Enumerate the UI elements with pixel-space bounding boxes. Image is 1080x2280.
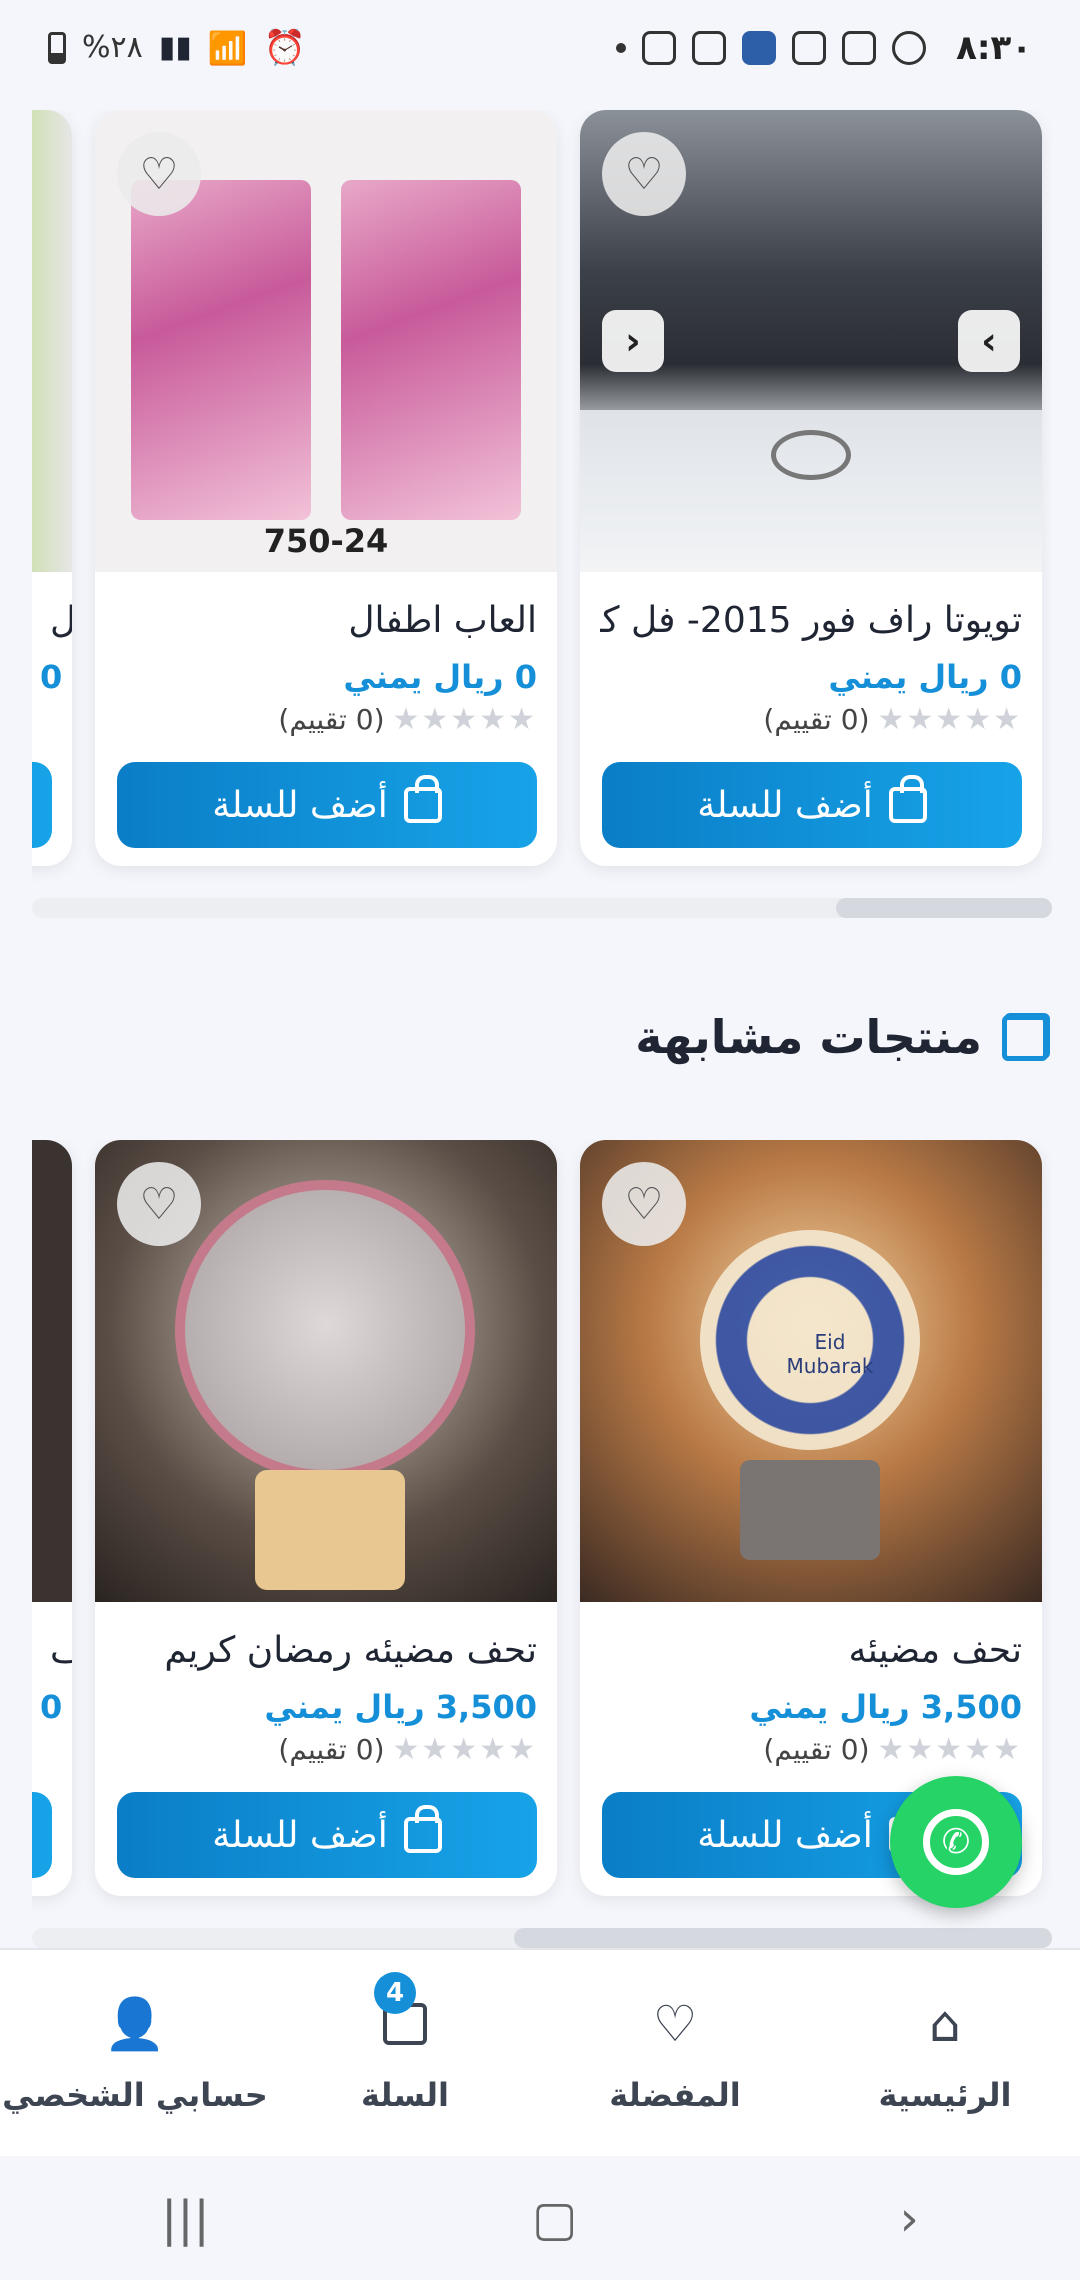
alarm-icon: ⏰	[263, 27, 306, 68]
rating-count: (0 تقييم)	[763, 1733, 870, 1766]
more-notifications-dot	[616, 42, 627, 53]
product-title[interactable]: العاب اطفال	[115, 600, 537, 641]
product-title[interactable]: تويوتا راف فور 2015- فل كا	[600, 600, 1022, 641]
status-app-icons	[306, 30, 956, 65]
bottom-navigation: ⌂ الرئيسية ♡ المفضلة 4 السلة 👤 حسابي الش…	[0, 1948, 1080, 2156]
favorite-heart-icon[interactable]: ♡	[602, 132, 686, 216]
image-prev-arrow-icon[interactable]: ‹	[602, 310, 664, 372]
product-card[interactable]: ♡ ‹ › تويوتا راف فور 2015- فل كا 0 ريال …	[580, 110, 1042, 866]
add-to-cart-label: أضف للسلة	[212, 784, 388, 826]
wifi-icon: 📶	[207, 28, 248, 67]
nav-cart[interactable]: 4 السلة	[270, 1950, 540, 2156]
product-price: 0 ريال يمني	[828, 658, 1022, 696]
signal-icon: ▮▮	[158, 30, 192, 65]
product-title[interactable]: تحف مضيئه	[600, 1630, 1023, 1671]
favorite-heart-icon[interactable]: ♡	[117, 132, 201, 216]
scrollbar-thumb[interactable]	[514, 1928, 1052, 1948]
add-to-cart-button[interactable]: أضف للسلة	[117, 1792, 537, 1878]
product-rating: ★★★★★ (0 تقييم)	[278, 702, 537, 737]
whatsapp-float-button[interactable]: ✆	[890, 1776, 1022, 1908]
product-price: 0	[40, 1688, 63, 1726]
rating-count: (0 تقييم)	[278, 1733, 385, 1766]
nav-account-label: حسابي الشخصي	[2, 2076, 268, 2114]
status-system-icons: ⏰ 📶 ▮▮ ٢٨%	[48, 28, 306, 68]
rating-stars-icon: ★★★★★	[877, 1732, 1022, 1767]
copy-icon	[1002, 1013, 1050, 1061]
add-to-cart-label: أضف للسلة	[212, 1814, 388, 1856]
app-notification-icon	[792, 30, 827, 65]
app-notification-icon	[742, 30, 777, 65]
image-caption: 750-24	[263, 522, 389, 560]
nav-favorites[interactable]: ♡ المفضلة	[540, 1950, 810, 2156]
product-title[interactable]: تحف مضيئه رمضان كريم	[115, 1630, 537, 1671]
shopping-bag-icon	[403, 775, 442, 823]
nav-home-label: الرئيسية	[878, 2076, 1012, 2114]
nav-home[interactable]: ⌂ الرئيسية	[810, 1950, 1080, 2156]
product-price: 3,500 ريال يمني	[264, 1688, 537, 1726]
add-to-cart-button[interactable]: أضف للسلة	[602, 762, 1022, 848]
product-image-partial[interactable]	[32, 110, 72, 572]
back-icon[interactable]: ›	[900, 2191, 919, 2247]
nav-cart-label: السلة	[361, 2076, 450, 2114]
product-price: 3,500 ريال يمني	[749, 1688, 1022, 1726]
related-carousel-scrollbar[interactable]	[32, 1928, 1052, 1948]
status-bar: ٨:٣٠ ⏰ 📶 ▮▮ ٢٨%	[0, 0, 1080, 95]
status-time: ٨:٣٠	[956, 27, 1032, 68]
product-price: 0	[40, 658, 63, 696]
product-rating: ★★★★★ (0 تقييم)	[763, 1732, 1022, 1767]
product-card[interactable]: 750-24 ♡ العاب اطفال 0 ريال يمني ★★★★★ (…	[95, 110, 557, 866]
rating-stars-icon: ★★★★★	[392, 1732, 537, 1767]
product-card[interactable]: ♡ تحف مضيئه رمضان كريم 3,500 ريال يمني ★…	[95, 1140, 557, 1896]
product-price: 0 ريال يمني	[343, 658, 537, 696]
related-products-carousel[interactable]: Eid Mubarak ♡ تحف مضيئه 3,500 ريال يمني …	[32, 1140, 1052, 1920]
rating-count: (0 تقييم)	[763, 703, 870, 736]
add-to-cart-button[interactable]	[32, 1792, 52, 1878]
product-rating: ★★★★★ (0 تقييم)	[763, 702, 1022, 737]
add-to-cart-label: أضف للسلة	[697, 784, 873, 826]
shopping-bag-icon	[403, 1805, 442, 1853]
rating-stars-icon: ★★★★★	[877, 702, 1022, 737]
products-carousel[interactable]: ♡ ‹ › تويوتا راف فور 2015- فل كا 0 ريال …	[32, 110, 1052, 890]
related-products-header: منتجات مشابهة	[635, 1010, 1050, 1064]
image-text: Eid Mubarak	[786, 1330, 874, 1378]
carousel-scrollbar[interactable]	[32, 898, 1052, 918]
section-title: منتجات مشابهة	[635, 1010, 982, 1064]
add-to-cart-label: أضف للسلة	[697, 1814, 873, 1856]
rating-count: (0 تقييم)	[278, 703, 385, 736]
instagram-notification-icon	[692, 30, 727, 65]
home-button-icon[interactable]: ▢	[532, 2191, 577, 2247]
product-title[interactable]: ال	[50, 600, 72, 641]
battery-percent: ٢٨%	[82, 30, 143, 65]
instagram-notification-icon	[642, 30, 677, 65]
nav-favorites-label: المفضلة	[609, 2076, 741, 2114]
rating-stars-icon: ★★★★★	[392, 702, 537, 737]
recents-icon[interactable]: |||	[161, 2191, 210, 2247]
nav-account[interactable]: 👤 حسابي الشخصي	[0, 1950, 270, 2156]
scrollbar-thumb[interactable]	[836, 898, 1052, 918]
app-notification-icon	[842, 30, 877, 65]
favorite-heart-icon[interactable]: ♡	[602, 1162, 686, 1246]
cart-badge: 4	[374, 1972, 416, 2014]
product-card-partial[interactable]: ال 0	[32, 110, 72, 866]
product-card-partial[interactable]: ف 0	[32, 1140, 72, 1896]
image-next-arrow-icon[interactable]: ›	[958, 310, 1020, 372]
battery-icon	[48, 31, 66, 64]
whatsapp-icon: ✆	[923, 1809, 989, 1875]
product-rating: ★★★★★ (0 تقييم)	[278, 1732, 537, 1767]
user-icon: 👤	[103, 1994, 167, 2053]
add-to-cart-button[interactable]: أضف للسلة	[117, 762, 537, 848]
whatsapp-notification-icon	[892, 30, 927, 65]
heart-icon: ♡	[652, 1995, 698, 2053]
favorite-heart-icon[interactable]: ♡	[117, 1162, 201, 1246]
home-icon: ⌂	[929, 1995, 961, 2053]
shopping-bag-icon	[888, 775, 927, 823]
product-image-partial[interactable]	[32, 1140, 72, 1602]
system-navigation-bar: ||| ▢ ›	[0, 2158, 1080, 2280]
add-to-cart-button[interactable]	[32, 762, 52, 848]
product-title[interactable]: ف	[50, 1630, 72, 1671]
